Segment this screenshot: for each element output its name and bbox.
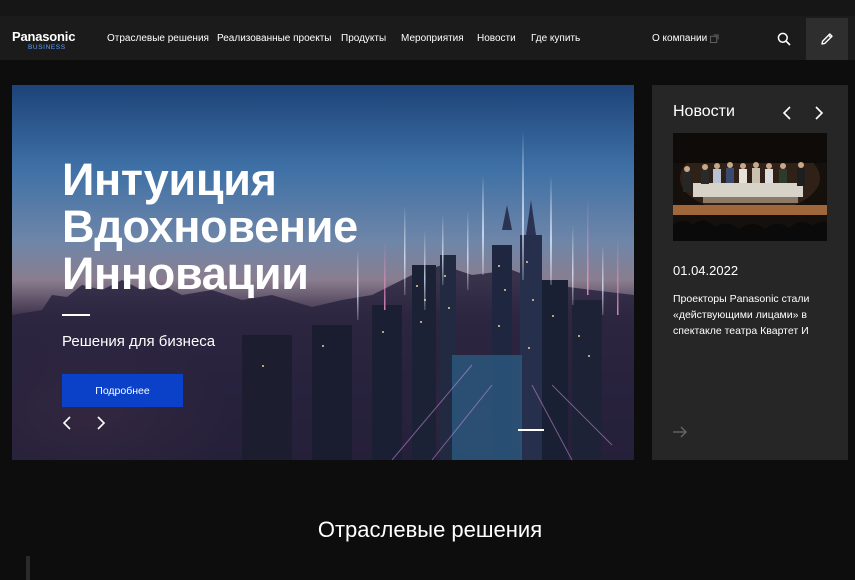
panasonic-logo[interactable]: Panasonic BUSINESS: [12, 29, 76, 51]
edit-button[interactable]: [806, 18, 848, 60]
theatre-stage-image: [673, 133, 827, 241]
nav-item-events[interactable]: Мероприятия: [401, 33, 464, 44]
hero-headline-3: Инновации: [62, 248, 309, 299]
hero-next-arrow-icon[interactable]: [94, 415, 108, 431]
hero-headline-1: Интуиция: [62, 154, 277, 205]
nav-item-where-to-buy[interactable]: Где купить: [531, 33, 580, 44]
pencil-icon: [821, 33, 833, 45]
hero-subtitle: Решения для бизнеса: [62, 333, 216, 350]
news-next-arrow-icon[interactable]: [812, 105, 826, 121]
hero-divider: [62, 314, 90, 316]
news-date: 01.04.2022: [673, 263, 739, 278]
section-title: Отраслевые решения: [317, 517, 543, 542]
arrow-right-icon[interactable]: [672, 425, 688, 439]
news-panel: Новости 01.04.2022 Проекторы Panasonic с…: [652, 85, 848, 460]
hero-prev-arrow-icon[interactable]: [60, 415, 74, 431]
header-topline: [0, 0, 855, 16]
news-prev-arrow-icon[interactable]: [780, 105, 794, 121]
nav-item-products[interactable]: Продукты: [341, 33, 386, 44]
logo-brand: Panasonic: [12, 29, 76, 44]
scroll-edge-mark: [26, 556, 30, 580]
logo-sub: BUSINESS: [28, 44, 66, 51]
search-button[interactable]: [772, 28, 796, 50]
about-link[interactable]: О компании: [652, 33, 707, 44]
hero-banner: Интуиция Вдохновение Инновации Решения д…: [12, 85, 634, 460]
hero-slide-indicator[interactable]: [518, 429, 544, 431]
search-icon: [777, 32, 791, 46]
news-headline-link[interactable]: Проекторы Panasonic стали «действующими …: [673, 291, 833, 339]
news-title: Новости: [673, 103, 735, 120]
news-image[interactable]: [673, 133, 827, 241]
site-header: Panasonic BUSINESS Отраслевые решения Ре…: [0, 0, 855, 60]
external-link-icon: [710, 34, 719, 43]
nav-item-industry-solutions[interactable]: Отраслевые решения: [107, 33, 209, 44]
hero-more-button[interactable]: Подробнее: [62, 374, 183, 407]
nav-item-news[interactable]: Новости: [477, 33, 516, 44]
nav-item-projects[interactable]: Реализованные проекты: [217, 33, 332, 44]
hero-headline-2: Вдохновение: [62, 201, 358, 252]
